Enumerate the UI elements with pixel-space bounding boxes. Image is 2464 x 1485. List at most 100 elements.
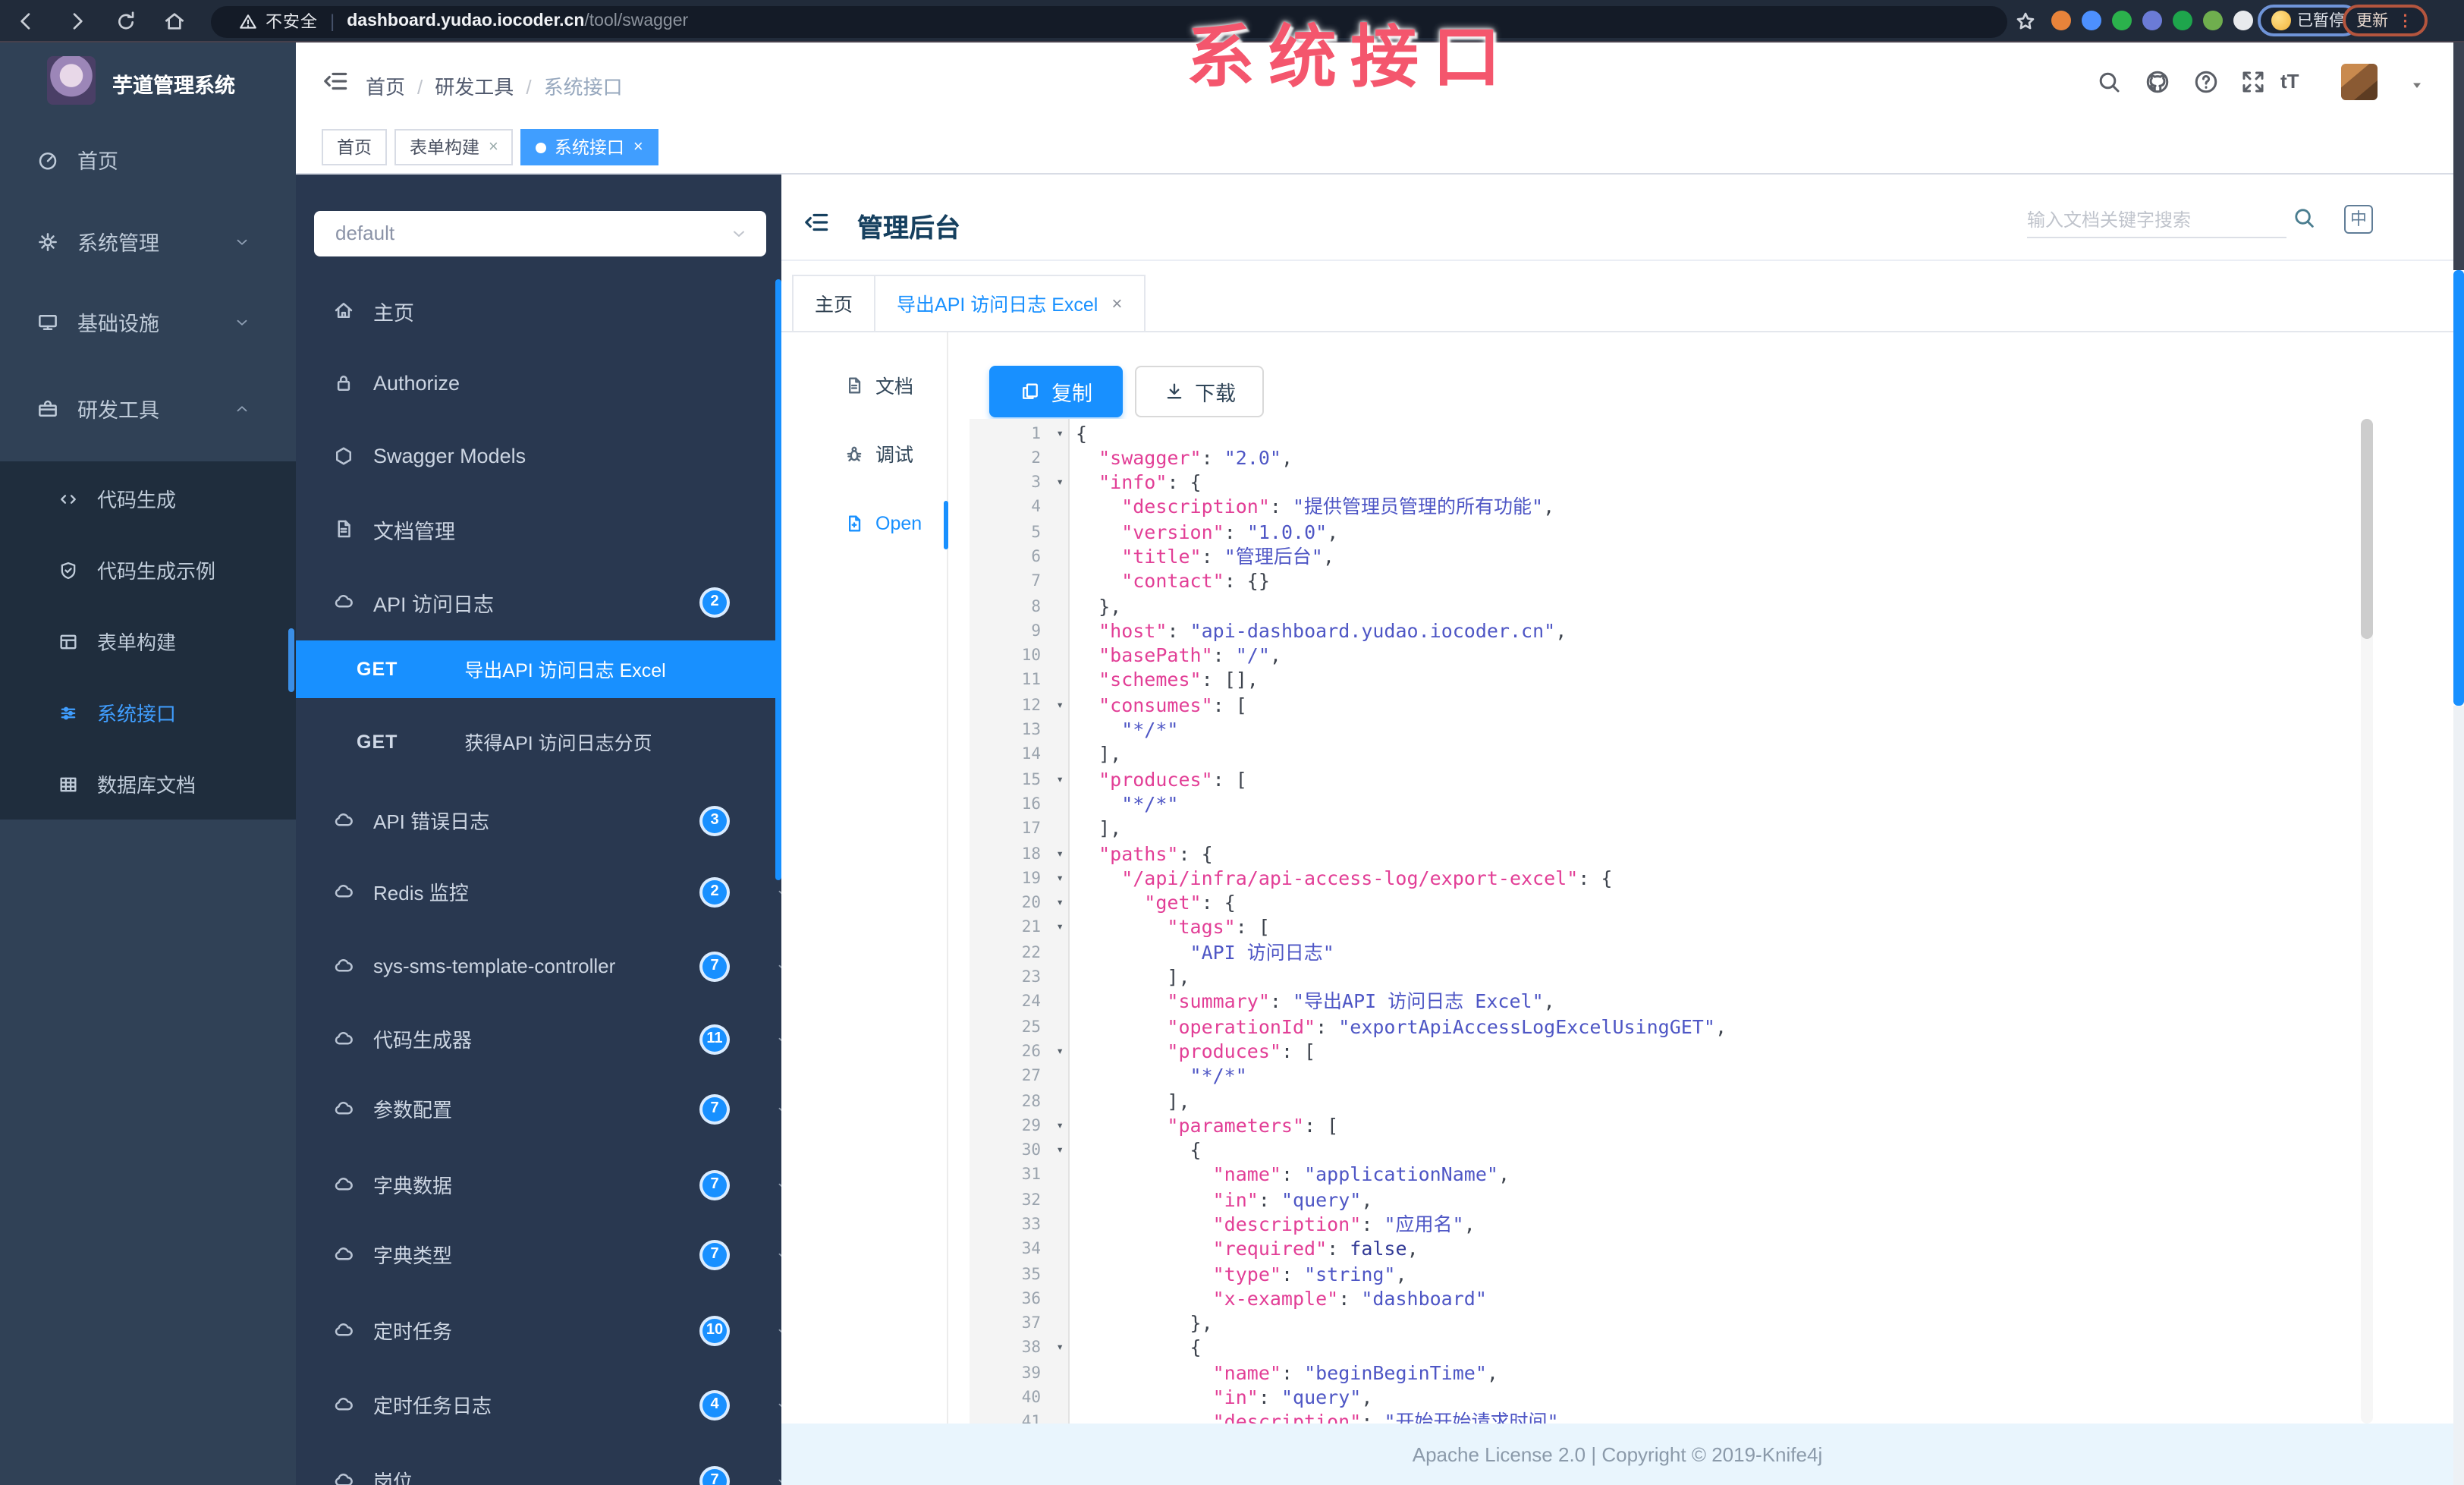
api-group-item[interactable]: 字典类型 7 (296, 1218, 781, 1291)
url-host[interactable]: dashboard.yudao.iocoder.cn (347, 12, 584, 30)
api-nav-item[interactable]: Authorize (296, 347, 781, 420)
language-toggle[interactable]: 中 (2344, 204, 2373, 233)
download-button[interactable]: 下载 (1135, 365, 1264, 417)
close-icon[interactable]: × (1111, 292, 1122, 313)
doc-tab[interactable]: 主页 (792, 274, 876, 332)
api-group-item[interactable]: Redis 监控 2 (296, 855, 781, 928)
fold-toggle-icon[interactable]: ▾ (1056, 891, 1064, 916)
fold-toggle-icon[interactable]: ▾ (1056, 767, 1064, 792)
security-label[interactable]: 不安全 (266, 9, 318, 33)
close-icon[interactable]: × (633, 138, 643, 156)
breadcrumb-item[interactable]: 首页 (366, 76, 405, 99)
code-editor[interactable]: 1 ▾ 2 3 ▾ 4 5 6 7 8 9 10 11 12 ▾ 13 14 15 ▾ 16 17 18 ▾ 19 ▾ 20 ▾ 21… (970, 418, 2361, 1423)
breadcrumb-item[interactable]: 系统接口 (544, 76, 623, 99)
fold-toggle-icon[interactable]: ▾ (1056, 1040, 1064, 1065)
api-group-item[interactable]: 定时任务 10 (296, 1294, 781, 1367)
search-icon[interactable] (2095, 68, 2123, 96)
fold-toggle-icon[interactable]: ▾ (1056, 694, 1064, 719)
api-sidebar-scrollbar-thumb[interactable] (775, 279, 781, 880)
tag-item[interactable]: 表单构建 × (394, 129, 514, 165)
github-icon[interactable] (2144, 68, 2171, 96)
doc-search-input[interactable] (2027, 204, 2286, 238)
bookmark-star-icon[interactable] (2013, 9, 2038, 33)
fold-toggle-icon[interactable]: ▾ (1056, 470, 1064, 496)
fold-toggle-icon[interactable]: ▾ (1056, 867, 1064, 892)
proxy-extension-icon[interactable] (2051, 11, 2071, 30)
count-badge: 10 (699, 1315, 730, 1345)
sidebar-collapse-icon[interactable] (322, 67, 350, 96)
code-token: : (1224, 520, 1247, 543)
sidebar-item[interactable]: 研发工具 (0, 367, 296, 449)
fold-toggle-icon[interactable]: ▾ (1056, 842, 1064, 867)
doc-search-icon[interactable] (2291, 204, 2317, 230)
grid-extension-icon[interactable] (2142, 11, 2162, 30)
puzzle-extension-icon[interactable] (2233, 11, 2253, 30)
browser-menu-icon[interactable]: ⋮ (2397, 11, 2413, 30)
api-group-item[interactable]: 参数配置 7 (296, 1072, 781, 1145)
api-group-item[interactable]: 字典数据 7 (296, 1148, 781, 1221)
sidebar-subitem[interactable]: 表单构建 (0, 606, 296, 677)
chevron-down-icon[interactable] (2408, 76, 2426, 94)
reload-icon[interactable] (114, 9, 138, 33)
drop-extension-icon[interactable] (2082, 11, 2101, 30)
back-icon[interactable] (14, 9, 38, 33)
translate-extension-icon[interactable] (2173, 11, 2192, 30)
forward-icon[interactable] (65, 9, 90, 33)
api-group-item[interactable]: 定时任务日志 4 (296, 1368, 781, 1441)
fold-toggle-icon[interactable]: ▾ (1056, 1138, 1064, 1163)
sidebar-scrollbar-thumb[interactable] (288, 628, 294, 692)
api-group-item[interactable]: 岗位 7 (296, 1444, 781, 1485)
sidebar-subitem-label: 系统接口 (97, 703, 177, 725)
sidebar-item[interactable]: 基础设施 (0, 281, 296, 363)
sidebar-subitem[interactable]: 系统接口 (0, 677, 296, 748)
rail-item-Open[interactable]: Open (844, 505, 922, 541)
window-scrollbar-thumb[interactable] (2453, 270, 2464, 706)
font-size-icon[interactable]: tT (2280, 70, 2299, 93)
sidebar-subitem[interactable]: 代码生成 (0, 463, 296, 534)
leaf-extension-icon[interactable] (2203, 11, 2223, 30)
code-token: "host" (1076, 618, 1168, 642)
api-group-item[interactable]: sys-sms-template-controller 7 (296, 930, 781, 1002)
fullscreen-icon[interactable] (2239, 68, 2267, 96)
close-icon[interactable]: × (489, 138, 498, 156)
tag-item[interactable]: 首页 (322, 129, 387, 165)
sidebar-item[interactable]: 系统管理 (0, 200, 296, 282)
rail-item-调试[interactable]: 调试 (844, 435, 913, 471)
fold-toggle-icon[interactable]: ▾ (1056, 421, 1064, 446)
window-scrollbar-track-lower[interactable] (2453, 706, 2464, 1485)
panel-collapse-icon[interactable] (803, 207, 831, 236)
api-operation[interactable]: GET 获得API 访问日志分页 (296, 713, 781, 770)
address-bar[interactable]: 不安全 | dashboard.yudao.iocoder.cn/tool/sw… (211, 5, 2007, 37)
fold-toggle-icon[interactable]: ▾ (1056, 1114, 1064, 1139)
copy-button[interactable]: 复制 (989, 365, 1123, 417)
cloud-icon (332, 590, 355, 613)
logo-row[interactable]: 芋道管理系统 (0, 42, 296, 118)
window-scrollbar-track[interactable] (2453, 42, 2464, 270)
check-extension-icon[interactable] (2112, 11, 2132, 30)
sidebar-subitem[interactable]: 数据库文档 (0, 748, 296, 820)
fold-toggle-icon[interactable]: ▾ (1056, 1336, 1064, 1361)
help-icon[interactable] (2192, 68, 2220, 96)
update-chip[interactable]: 更新 ⋮ (2343, 5, 2427, 36)
code-token: "paths" (1076, 842, 1179, 865)
doc-tab[interactable]: 导出API 访问日志 Excel × (874, 274, 1146, 332)
editor-scrollbar-thumb[interactable] (2361, 418, 2373, 638)
api-group-item[interactable]: API 错误日志 3 (296, 784, 781, 857)
home-icon[interactable] (162, 9, 187, 33)
api-operation[interactable]: GET 导出API 访问日志 Excel (296, 640, 781, 697)
rail-item-文档[interactable]: 文档 (844, 367, 913, 403)
breadcrumb-item[interactable]: 研发工具 (435, 76, 514, 99)
api-nav-item[interactable]: 主页 (296, 274, 781, 347)
sidebar-subitem[interactable]: 代码生成示例 (0, 534, 296, 606)
avatar[interactable] (2341, 64, 2378, 100)
api-group-item[interactable]: 代码生成器 11 (296, 1002, 781, 1075)
fold-toggle-icon[interactable]: ▾ (1056, 916, 1064, 941)
sidebar-item[interactable]: 首页 (0, 118, 296, 200)
code-token: , (1714, 1015, 1727, 1038)
tag-active[interactable]: 系统接口 × (520, 129, 658, 165)
api-nav-item[interactable]: Swagger Models (296, 420, 781, 492)
api-nav-item[interactable]: 文档管理 (296, 492, 781, 565)
api-nav-item[interactable]: API 访问日志 2 (296, 565, 781, 638)
page-title: 管理后台 (857, 213, 960, 242)
group-select[interactable]: default (314, 210, 766, 256)
